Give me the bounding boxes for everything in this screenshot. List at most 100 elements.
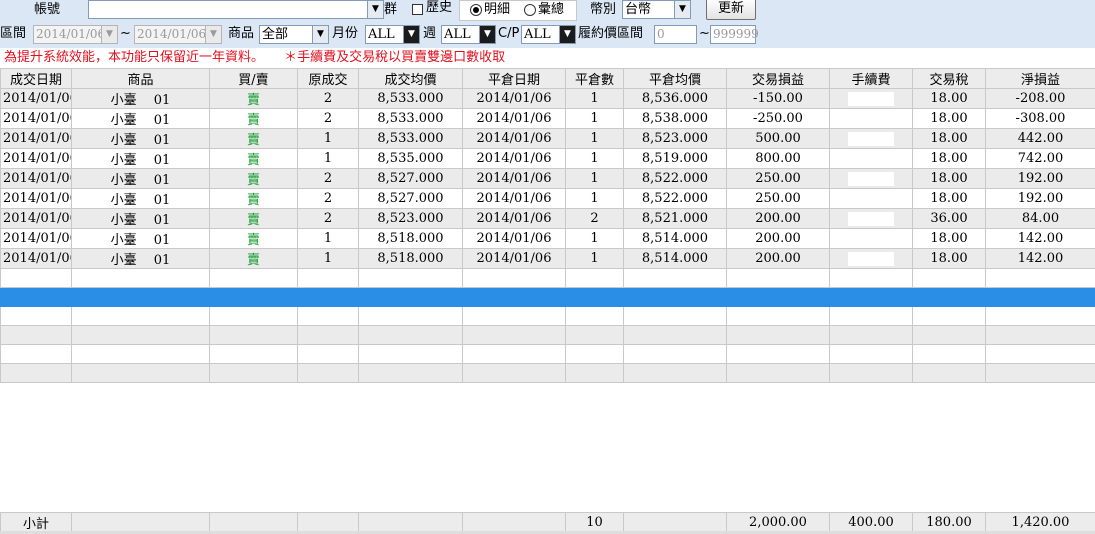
table-cell: 200.00 [726,248,830,269]
col-header[interactable]: 平倉數 [565,68,624,89]
redacted-fee [848,231,894,246]
table-row[interactable]: 2014/01/06 小臺 01 賣 1 8,518.000 2014/01/06 1 8,5… [0,228,1095,249]
cell-text: 2014/01/06 [476,151,552,166]
table-cell: 1 [565,188,624,209]
group-label[interactable]: 群 [384,0,397,20]
cell-text: 8,536.000 [641,91,709,106]
notice-bar: 為提升系統效能，本功能只保留近一年資料。 ＊手續費及交易稅以買賣雙邊口數收取 [0,48,505,68]
col-header[interactable]: 交易損益 [726,68,830,89]
trade-table: 成交日期 商品 買/賣 原成交 成交均價 平倉日期 平倉數 平倉均價 交易損益 … [0,68,1095,383]
strike-to-input[interactable]: 999999 [710,25,759,44]
table-cell [829,208,913,229]
empty-row[interactable] [0,344,1095,364]
strike-from-input[interactable]: 0 [654,25,697,44]
table-row[interactable]: 2014/01/06 小臺 01 賣 2 8,533.000 2014/01/06 1 8,5… [0,88,1095,109]
table-cell: 2 [297,188,359,209]
cell-text: 8,518.000 [377,231,444,246]
table-cell [985,268,1095,288]
table-row[interactable]: 2014/01/06 小臺 01 賣 2 8,523.000 2014/01/06 2 8,5… [0,208,1095,229]
currency-select[interactable]: 台幣 ▼ [622,0,691,19]
table-cell: 2014/01/06 [0,208,72,229]
table-cell [623,325,727,345]
table-cell [297,306,359,326]
table-cell: 18.00 [912,128,986,149]
table-cell [726,363,830,383]
table-cell [912,306,986,326]
cell-text: 1 [323,251,333,266]
table-cell [985,287,1095,307]
cell-text: 250.00 [755,191,801,206]
cell-text: 18.00 [930,171,968,186]
week-select[interactable]: ALL ▼ [441,25,496,44]
col-header[interactable]: 淨損益 [985,68,1095,89]
empty-row[interactable] [0,363,1095,383]
table-cell [565,287,624,307]
table-row[interactable]: 2014/01/06 小臺 01 賣 1 8,533.000 2014/01/06 1 8,5… [0,128,1095,149]
empty-row[interactable] [0,268,1095,288]
col-header[interactable]: 平倉日期 [462,68,566,89]
table-cell: 2014/01/06 [462,88,566,109]
table-cell [829,128,913,149]
history-checkbox[interactable] [412,4,423,15]
month-select[interactable]: ALL ▼ [365,25,420,44]
table-cell: 84.00 [985,208,1095,229]
table-cell [565,325,624,345]
empty-row[interactable] [0,325,1095,345]
table-cell [726,287,830,307]
col-header[interactable]: 成交日期 [0,68,72,89]
table-cell [829,248,913,269]
table-cell [912,325,986,345]
table-row[interactable]: 2014/01/06 小臺 01 賣 1 8,535.000 2014/01/06 1 8,5… [0,148,1095,169]
range-label: 區間 [0,26,27,41]
table-cell: 742.00 [985,148,1095,169]
col-header[interactable]: 平倉均價 [623,68,727,89]
cp-label: C/P [498,26,520,41]
detail-label: 明細 [484,2,511,17]
table-cell: 1 [297,248,359,269]
col-header[interactable]: 成交均價 [358,68,463,89]
table-cell [829,287,913,307]
table-row[interactable]: 2014/01/06 小臺 01 賣 1 8,518.000 2014/01/06 1 8,5… [0,248,1095,269]
currency-label: 幣別 [590,2,617,17]
cell-text: 18.00 [930,151,968,166]
table-cell: 2014/01/06 [0,128,72,149]
col-header[interactable]: 手續費 [829,68,913,89]
empty-row[interactable] [0,306,1095,326]
detail-radio[interactable] [470,4,482,16]
table-cell [0,325,72,345]
table-row[interactable]: 2014/01/06 小臺 01 賣 2 8,533.000 2014/01/06 1 8,5… [0,108,1095,129]
notice-fee: ＊手續費及交易稅以買賣雙邊口數收取 [284,50,506,65]
chevron-down-icon: ▼ [479,26,495,43]
col-header[interactable]: 原成交 [297,68,359,89]
selected-empty-row[interactable] [0,287,1095,307]
summary-radio[interactable] [524,4,536,16]
col-header[interactable]: 商品 [71,68,210,89]
subtotal-net-pnl: 1,420.00 [985,512,1095,533]
table-cell [297,287,359,307]
cell-text: 2 [323,171,333,186]
table-cell: 250.00 [726,188,830,209]
table-row[interactable]: 2014/01/06 小臺 01 賣 2 8,527.000 2014/01/06 1 8,5… [0,168,1095,189]
table-cell [623,268,727,288]
table-cell: 2014/01/06 [462,108,566,129]
account-select[interactable]: ▼ [88,0,384,19]
col-header[interactable]: 買/賣 [209,68,298,89]
table-cell: 8,533.000 [358,128,463,149]
table-cell: 小臺 01 [71,168,210,189]
table-row[interactable]: 2014/01/06 小臺 01 賣 2 8,527.000 2014/01/06 1 8,5… [0,188,1095,209]
table-cell: 8,514.000 [623,248,727,269]
table-cell: 2014/01/06 [462,148,566,169]
table-cell: 2014/01/06 [462,128,566,149]
table-cell [209,306,298,326]
date-from-select[interactable]: 2014/01/06 ▼ [33,25,118,44]
product-select[interactable]: 全部 ▼ [259,25,329,44]
refresh-button[interactable]: 更新 [706,0,756,20]
date-to-select[interactable]: 2014/01/06 ▼ [134,25,222,44]
table-cell [829,268,913,288]
cell-text: 18.00 [930,111,968,126]
table-cell: 200.00 [726,228,830,249]
cp-select[interactable]: ALL ▼ [521,25,576,44]
cell-text: 2014/01/06 [476,231,552,246]
col-header[interactable]: 交易稅 [912,68,986,89]
table-cell [297,344,359,364]
